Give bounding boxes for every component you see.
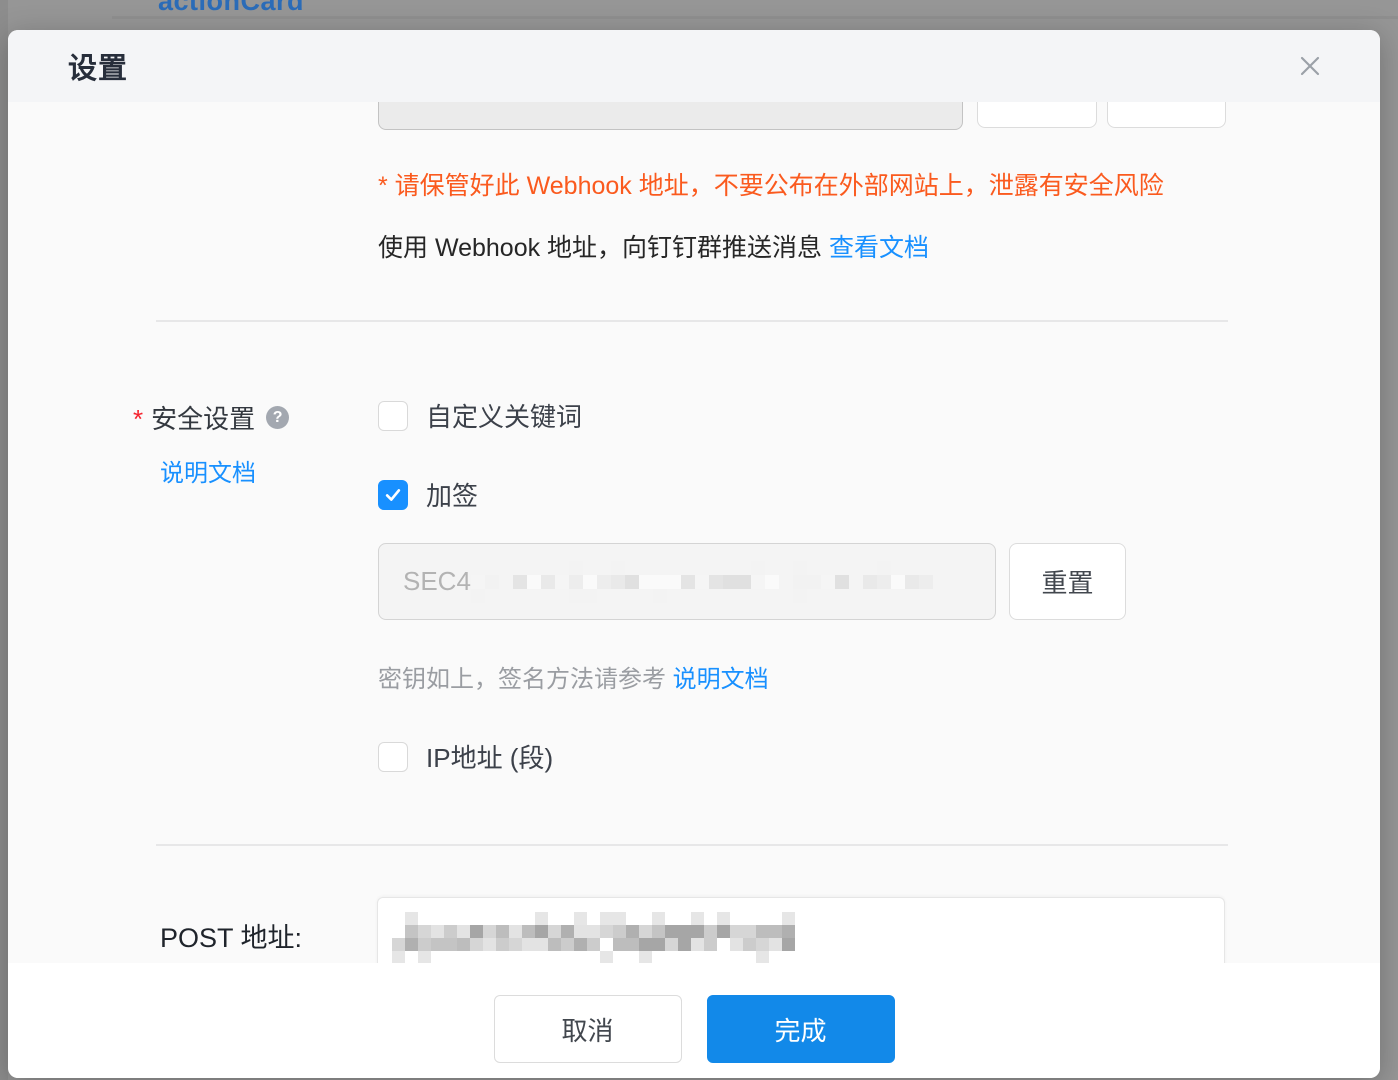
webhook-action-button-2[interactable] xyxy=(1107,102,1226,128)
checkbox-row-keywords[interactable]: 自定义关键词 xyxy=(378,397,582,434)
screen: actionCard 设置 * 请保管好此 Webhook 地址，不要公布在外部… xyxy=(0,0,1398,1080)
secret-hint-line: 密钥如上，签名方法请参考 说明文档 xyxy=(378,659,769,694)
overlay-left-strip xyxy=(0,0,8,1080)
sign-checkbox-label[interactable]: 加签 xyxy=(426,476,478,513)
webhook-warning-text: * 请保管好此 Webhook 地址，不要公布在外部网站上，泄露有安全风险 xyxy=(378,166,1164,202)
secret-key-input[interactable]: SEC4 xyxy=(378,543,996,620)
secret-key-prefix: SEC4 xyxy=(403,566,471,597)
security-doc-link-wrap: 说明文档 xyxy=(160,453,256,488)
help-icon[interactable]: ? xyxy=(266,406,289,429)
ip-checkbox[interactable] xyxy=(378,742,408,772)
secret-hint-text: 密钥如上，签名方法请参考 xyxy=(378,666,666,693)
post-address-label: POST 地址: xyxy=(160,916,302,955)
divider xyxy=(156,844,1228,846)
close-icon[interactable] xyxy=(1292,48,1328,84)
ip-checkbox-label[interactable]: IP地址 (段) xyxy=(426,738,553,775)
sign-checkbox[interactable] xyxy=(378,480,408,510)
background-table-edge xyxy=(112,16,1398,19)
settings-modal: 设置 * 请保管好此 Webhook 地址，不要公布在外部网站上，泄露有安全风险… xyxy=(8,30,1380,1078)
divider xyxy=(156,320,1228,322)
modal-footer: 取消 完成 xyxy=(8,963,1380,1078)
security-settings-label-row: * 安全设置 ? xyxy=(133,399,289,436)
check-icon xyxy=(383,485,403,505)
secret-hint-doc-link[interactable]: 说明文档 xyxy=(673,666,769,693)
usage-text: 使用 Webhook 地址，向钉钉群推送消息 xyxy=(378,234,822,262)
webhook-action-button-1[interactable] xyxy=(977,102,1097,128)
modal-title: 设置 xyxy=(68,45,128,87)
security-settings-label: 安全设置 xyxy=(151,399,255,436)
secret-key-redacted-mosaic xyxy=(471,561,933,603)
webhook-usage-text: 使用 Webhook 地址，向钉钉群推送消息 查看文档 xyxy=(378,228,929,264)
webhook-url-input[interactable] xyxy=(378,102,963,130)
checkbox-row-ip[interactable]: IP地址 (段) xyxy=(378,738,553,775)
keywords-checkbox-label[interactable]: 自定义关键词 xyxy=(426,397,582,434)
view-docs-link[interactable]: 查看文档 xyxy=(829,234,929,262)
required-asterisk: * xyxy=(133,404,143,435)
keywords-checkbox[interactable] xyxy=(378,401,408,431)
modal-body: * 请保管好此 Webhook 地址，不要公布在外部网站上，泄露有安全风险 使用… xyxy=(8,102,1380,963)
security-doc-link[interactable]: 说明文档 xyxy=(160,460,256,487)
confirm-button[interactable]: 完成 xyxy=(707,995,895,1063)
post-address-input[interactable] xyxy=(377,897,1225,963)
post-address-redacted-mosaic xyxy=(392,912,795,963)
modal-header: 设置 xyxy=(8,30,1380,102)
checkbox-row-sign[interactable]: 加签 xyxy=(378,476,478,513)
background-actioncard-link: actionCard xyxy=(158,0,304,17)
page-overlay-top: actionCard xyxy=(0,0,1398,30)
reset-button[interactable]: 重置 xyxy=(1009,543,1126,620)
cancel-button[interactable]: 取消 xyxy=(494,995,682,1063)
